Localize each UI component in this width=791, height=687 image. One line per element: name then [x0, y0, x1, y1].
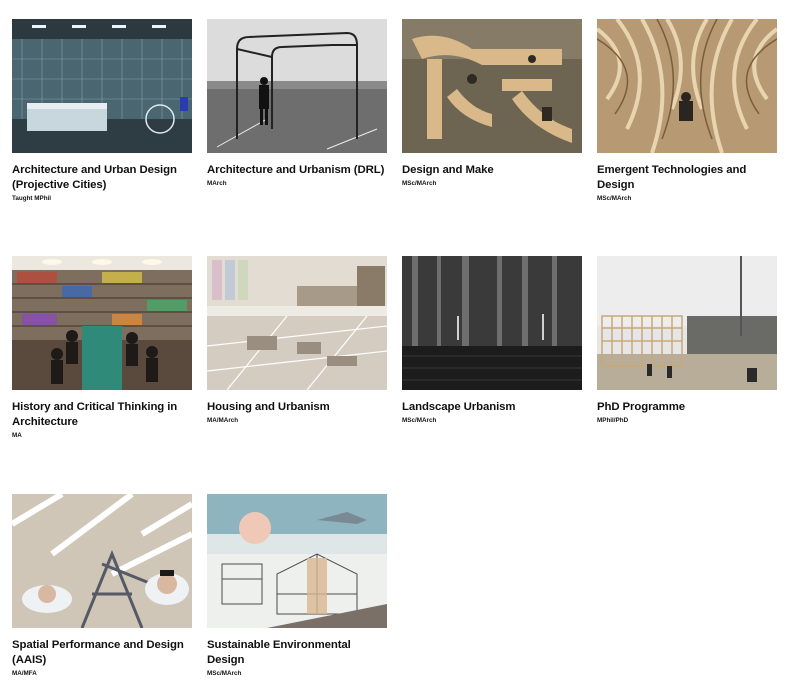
- programme-title[interactable]: Design and Make: [402, 163, 582, 178]
- programme-degree: MSc/MArch: [402, 180, 437, 187]
- forest-night-image[interactable]: [402, 256, 582, 390]
- programme-title[interactable]: History and Critical Thinking in Archite…: [12, 400, 192, 430]
- timber-frame-site-photo[interactable]: [597, 256, 777, 390]
- performance-costume-photo[interactable]: [12, 494, 192, 628]
- programme-title[interactable]: Sustainable Environmental Design: [207, 638, 387, 668]
- programme-title[interactable]: Architecture and Urban Design (Projectiv…: [12, 163, 192, 193]
- programme-card-sustainable-environmental-design[interactable]: Sustainable Environmental Design MSc/MAr…: [207, 494, 387, 678]
- programme-title[interactable]: PhD Programme: [597, 400, 777, 415]
- programme-degree: MA/MFA: [12, 670, 37, 677]
- programme-title[interactable]: Emergent Technologies and Design: [597, 163, 777, 193]
- programme-degree: MSc/MArch: [207, 670, 242, 677]
- collage-drawing-image[interactable]: [207, 256, 387, 390]
- section-drawing-image[interactable]: [207, 494, 387, 628]
- programme-degree: MArch: [207, 180, 227, 187]
- programme-degree: Taught MPhil: [12, 195, 52, 202]
- programme-card-architecture-urban-design[interactable]: Architecture and Urban Design (Projectiv…: [12, 19, 192, 203]
- programme-degree: MSc/MArch: [597, 195, 632, 202]
- timber-structure-photo[interactable]: [597, 19, 777, 153]
- programme-title[interactable]: Housing and Urbanism: [207, 400, 387, 415]
- programme-degree: MPhil/PhD: [597, 417, 629, 424]
- programme-card-landscape-urbanism[interactable]: Landscape Urbanism MSc/MArch: [402, 256, 582, 425]
- programme-degree: MA: [12, 432, 22, 439]
- pavilion-frame-photo[interactable]: [207, 19, 387, 153]
- timber-joinery-photo[interactable]: [402, 19, 582, 153]
- programme-degree: MSc/MArch: [402, 417, 437, 424]
- programme-title[interactable]: Spatial Performance and Design (AAIS): [12, 638, 192, 668]
- programme-card-design-and-make[interactable]: Design and Make MSc/MArch: [402, 19, 582, 188]
- programme-card-phd-programme[interactable]: PhD Programme MPhil/PhD: [597, 256, 777, 425]
- programme-card-housing-and-urbanism[interactable]: Housing and Urbanism MA/MArch: [207, 256, 387, 425]
- programme-title[interactable]: Architecture and Urbanism (DRL): [207, 163, 387, 178]
- programme-title[interactable]: Landscape Urbanism: [402, 400, 582, 415]
- programme-card-history-critical-thinking[interactable]: History and Critical Thinking in Archite…: [12, 256, 192, 440]
- programme-card-architecture-urbanism-drl[interactable]: Architecture and Urbanism (DRL) MArch: [207, 19, 387, 188]
- programme-card-emergent-technologies[interactable]: Emergent Technologies and Design MSc/MAr…: [597, 19, 777, 203]
- programme-degree: MA/MArch: [207, 417, 239, 424]
- programme-card-spatial-performance[interactable]: Spatial Performance and Design (AAIS) MA…: [12, 494, 192, 678]
- library-seminar-photo[interactable]: [12, 256, 192, 390]
- interior-render-image[interactable]: [12, 19, 192, 153]
